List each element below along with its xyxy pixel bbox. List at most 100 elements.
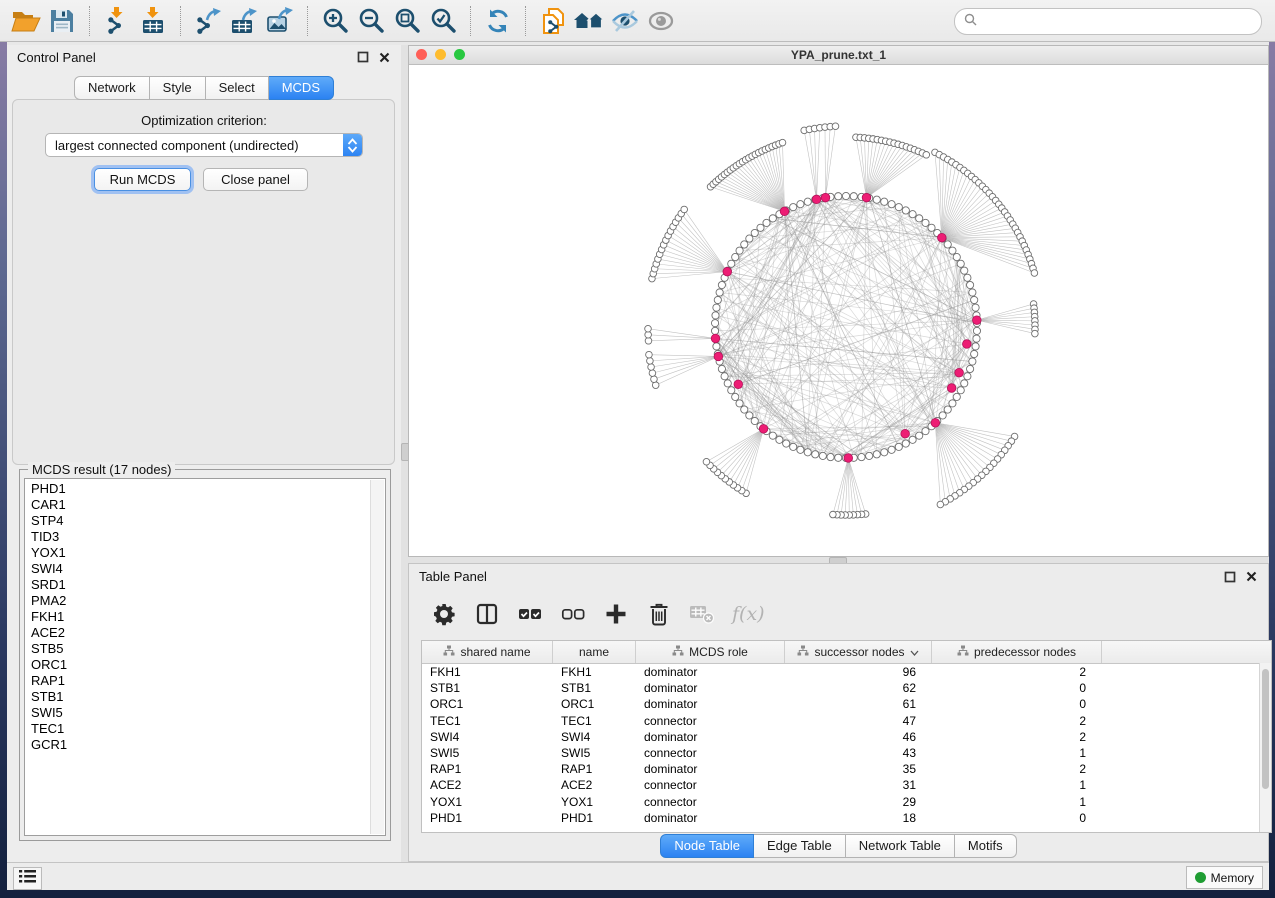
- float-table-panel-icon[interactable]: [1223, 570, 1236, 583]
- mcds-result-item[interactable]: STB5: [25, 641, 385, 657]
- table-row[interactable]: STB1STB1dominator620: [422, 680, 1271, 696]
- maximize-window-button[interactable]: [454, 49, 465, 60]
- search-box[interactable]: [954, 8, 1262, 35]
- table-row[interactable]: PHD1PHD1dominator180: [422, 810, 1271, 826]
- cell-successor_nodes: 62: [785, 680, 932, 696]
- cell-mcds_role: dominator: [636, 761, 785, 777]
- close-window-button[interactable]: [416, 49, 427, 60]
- tab-select[interactable]: Select: [206, 76, 269, 100]
- mcds-result-item[interactable]: STB1: [25, 689, 385, 705]
- mcds-result-item[interactable]: ACE2: [25, 625, 385, 641]
- mcds-result-item[interactable]: STP4: [25, 513, 385, 529]
- export-network-icon[interactable]: [190, 4, 226, 38]
- zoom-fit-icon[interactable]: [389, 4, 425, 38]
- import-table-icon[interactable]: [135, 4, 171, 38]
- table-row[interactable]: ORC1ORC1dominator610: [422, 696, 1271, 712]
- fx-formula-icon[interactable]: f(x): [732, 603, 765, 625]
- column-type-icon: [797, 645, 809, 659]
- open-icon[interactable]: [8, 4, 44, 38]
- table-row[interactable]: SWI4SWI4dominator462: [422, 729, 1271, 745]
- table-scrollbar-thumb[interactable]: [1262, 669, 1269, 789]
- export-table-icon[interactable]: [226, 4, 262, 38]
- cell-predecessor_nodes: 1: [932, 745, 1102, 761]
- mcds-result-item[interactable]: FKH1: [25, 609, 385, 625]
- network-view-titlebar: YPA_prune.txt_1: [409, 46, 1268, 65]
- search-input[interactable]: [977, 14, 1252, 30]
- import-network-icon[interactable]: [99, 4, 135, 38]
- tab-network[interactable]: Network: [74, 76, 150, 100]
- minimize-window-button[interactable]: [435, 49, 446, 60]
- column-header-MCDS-role[interactable]: MCDS role: [636, 641, 785, 663]
- mcds-result-item[interactable]: RAP1: [25, 673, 385, 689]
- cell-predecessor_nodes: 2: [932, 664, 1102, 680]
- deselect-all-icon[interactable]: [560, 601, 586, 627]
- close-panel-button[interactable]: Close panel: [203, 168, 308, 191]
- mcds-result-item[interactable]: GCR1: [25, 737, 385, 753]
- close-table-panel-icon[interactable]: [1245, 570, 1258, 583]
- optimization-criterion-select[interactable]: largest connected component (undirected): [45, 133, 363, 157]
- task-history-button[interactable]: [13, 867, 42, 890]
- tab-mcds[interactable]: MCDS: [269, 76, 334, 100]
- column-header-name[interactable]: name: [553, 641, 636, 663]
- mcds-result-item[interactable]: SWI4: [25, 561, 385, 577]
- mcds-result-item[interactable]: TEC1: [25, 721, 385, 737]
- columns-icon[interactable]: [474, 601, 500, 627]
- table-row[interactable]: SWI5SWI5connector431: [422, 745, 1271, 761]
- mcds-result-title: MCDS result (17 nodes): [28, 462, 175, 477]
- mcds-result-item[interactable]: CAR1: [25, 497, 385, 513]
- export-image-icon[interactable]: [262, 4, 298, 38]
- table-scrollbar[interactable]: [1259, 663, 1271, 832]
- hide-selection-icon[interactable]: [607, 4, 643, 38]
- first-neighbors-icon[interactable]: [571, 4, 607, 38]
- column-header-predecessor-nodes[interactable]: predecessor nodes: [932, 641, 1102, 663]
- column-header-shared-name[interactable]: shared name: [422, 641, 553, 663]
- network-canvas[interactable]: [409, 65, 1268, 556]
- mcds-result-item[interactable]: PHD1: [25, 479, 385, 497]
- mcds-result-groupbox: MCDS result (17 nodes) PHD1CAR1STP4TID3Y…: [19, 469, 391, 841]
- cell-predecessor_nodes: 0: [932, 696, 1102, 712]
- zoom-selected-icon[interactable]: [425, 4, 461, 38]
- table-row[interactable]: RAP1RAP1dominator352: [422, 761, 1271, 777]
- tab-edge-table[interactable]: Edge Table: [754, 834, 846, 858]
- float-panel-icon[interactable]: [356, 51, 369, 64]
- mcds-result-item[interactable]: ORC1: [25, 657, 385, 673]
- mcds-result-item[interactable]: TID3: [25, 529, 385, 545]
- network-graph[interactable]: [409, 65, 1268, 556]
- add-row-icon[interactable]: [603, 601, 629, 627]
- table-row[interactable]: ACE2ACE2connector311: [422, 777, 1271, 793]
- save-icon[interactable]: [44, 4, 80, 38]
- run-mcds-button[interactable]: Run MCDS: [94, 168, 191, 191]
- delete-table-icon[interactable]: [689, 601, 715, 627]
- memory-button[interactable]: Memory: [1186, 866, 1263, 889]
- tab-node-table[interactable]: Node Table: [660, 834, 754, 858]
- mcds-result-item[interactable]: SRD1: [25, 577, 385, 593]
- new-network-from-selection-icon[interactable]: [535, 4, 571, 38]
- zoom-out-icon[interactable]: [353, 4, 389, 38]
- cell-predecessor_nodes: 0: [932, 810, 1102, 826]
- toolbar-icon-group: [8, 4, 679, 38]
- tab-network-table[interactable]: Network Table: [846, 834, 955, 858]
- cell-successor_nodes: 61: [785, 696, 932, 712]
- mcds-result-item[interactable]: SWI5: [25, 705, 385, 721]
- table-row[interactable]: YOX1YOX1connector291: [422, 794, 1271, 810]
- tab-motifs[interactable]: Motifs: [955, 834, 1017, 858]
- column-label: MCDS role: [689, 645, 748, 659]
- column-header-successor-nodes[interactable]: successor nodes: [785, 641, 932, 663]
- mcds-result-item[interactable]: PMA2: [25, 593, 385, 609]
- zoom-in-icon[interactable]: [317, 4, 353, 38]
- main-toolbar: [0, 0, 1275, 42]
- tab-style[interactable]: Style: [150, 76, 206, 100]
- mcds-list-scrollbar[interactable]: [370, 480, 384, 834]
- close-panel-icon[interactable]: [378, 51, 391, 64]
- vertical-splitter[interactable]: [401, 45, 408, 862]
- toolbar-separator: [470, 6, 471, 36]
- refresh-icon[interactable]: [480, 4, 516, 38]
- select-all-icon[interactable]: [517, 601, 543, 627]
- table-row[interactable]: FKH1FKH1dominator962: [422, 664, 1271, 680]
- show-all-icon[interactable]: [643, 4, 679, 38]
- cell-name: ACE2: [553, 777, 636, 793]
- settings-icon[interactable]: [431, 601, 457, 627]
- mcds-result-item[interactable]: YOX1: [25, 545, 385, 561]
- delete-row-icon[interactable]: [646, 601, 672, 627]
- table-row[interactable]: TEC1TEC1connector472: [422, 713, 1271, 729]
